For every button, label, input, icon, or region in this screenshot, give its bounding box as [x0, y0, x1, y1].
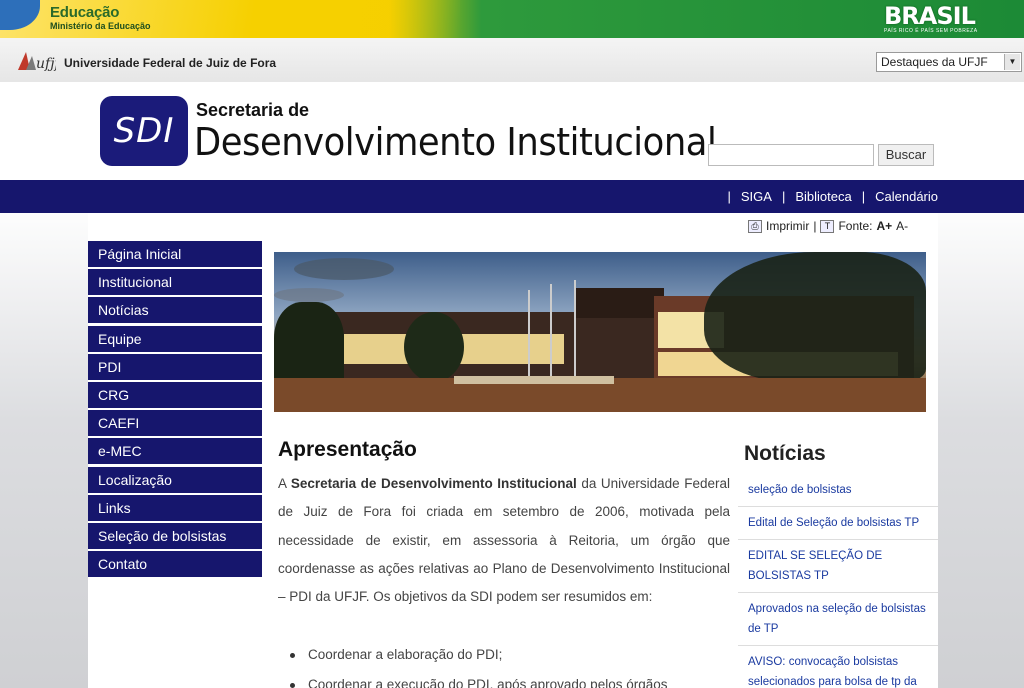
top-nav: | SIGA | Biblioteca | Calendário [0, 180, 1024, 213]
gov-ministry-label: Ministério da Educação [50, 21, 151, 31]
sidebar-item-localizacao[interactable]: Localização [88, 466, 262, 493]
sidebar-item-selecao-bolsistas[interactable]: Seleção de bolsistas [88, 522, 262, 549]
list-item: Coordenar a execução do PDI, após aprova… [288, 670, 730, 688]
brasil-logo-slogan: PAÍS RICO É PAÍS SEM POBREZA [884, 28, 978, 34]
sidebar-item-institucional[interactable]: Institucional [88, 269, 262, 296]
news-item[interactable]: EDITAL SE SELEÇÃO DE BOLSISTAS TP [738, 540, 938, 593]
sidebar-item-pdi[interactable]: PDI [88, 353, 262, 380]
brasil-logo-word: BRASIL [884, 2, 976, 30]
sidebar-item-links[interactable]: Links [88, 494, 262, 521]
campus-banner-image [274, 252, 926, 412]
sidebar-item-caefi[interactable]: CAEFI [88, 410, 262, 437]
sidebar-item-equipe[interactable]: Equipe [88, 325, 262, 352]
tools-separator: | [813, 219, 817, 233]
university-bar: ufjf Universidade Federal de Juiz de For… [0, 38, 1024, 82]
article-text-bold: Secretaria de Desenvolvimento Institucio… [290, 476, 577, 491]
font-decrease-button[interactable]: A- [896, 219, 908, 233]
site-title: Desenvolvimento Institucional [194, 120, 717, 164]
search-input[interactable] [708, 144, 874, 166]
article-body: A Secretaria de Desenvolvimento Instituc… [278, 470, 730, 611]
news-item[interactable]: seleção de bolsistas [738, 474, 938, 507]
dropdown-arrow-icon[interactable]: ▼ [1004, 54, 1020, 70]
page-tools: ⎙ Imprimir | T Fonte: A+ A- [748, 219, 908, 233]
svg-text:ufjf: ufjf [36, 56, 56, 72]
sidebar-item-noticias[interactable]: Notícias [88, 297, 262, 324]
banner-tree [704, 252, 926, 382]
printer-icon[interactable]: ⎙ [748, 219, 762, 233]
highlights-select[interactable]: Destaques da UFJF ▼ [876, 52, 1022, 72]
news-item[interactable]: AVISO: convocação bolsistas selecionados… [738, 646, 938, 688]
nav-link-biblioteca[interactable]: Biblioteca [795, 189, 851, 204]
news-item[interactable]: Aprovados na seleção de bolsistas de TP [738, 593, 938, 646]
list-item: Coordenar a elaboração do PDI; [288, 640, 730, 670]
sdi-logo[interactable]: SDI [100, 96, 188, 166]
banner-flagpole [550, 284, 552, 380]
print-link[interactable]: Imprimir [766, 219, 809, 233]
banner-flagpole [528, 290, 530, 380]
university-name-link[interactable]: Universidade Federal de Juiz de Fora [64, 56, 276, 70]
font-icon: T [820, 219, 835, 233]
banner-tree [404, 312, 464, 382]
article-text-rest: da Universidade Federal de Juiz de Fora … [278, 476, 731, 605]
highlights-select-value: Destaques da UFJF [881, 55, 988, 69]
banner-building-top [574, 288, 664, 318]
sidebar-menu: Página Inicial Institucional Notícias Eq… [88, 241, 262, 579]
news-title: Notícias [744, 442, 826, 465]
brasil-logo[interactable]: BRASIL PAÍS RICO É PAÍS SEM POBREZA [884, 4, 996, 34]
article-title: Apresentação [278, 438, 417, 461]
gov-education-link[interactable]: Educação [50, 4, 119, 21]
sidebar-item-e-mec[interactable]: e-MEC [88, 438, 262, 465]
banner-flagpole [574, 280, 576, 380]
nav-separator: | [861, 189, 866, 204]
nav-separator: | [781, 189, 786, 204]
font-label: Fonte: [838, 219, 873, 233]
banner-cloud [274, 288, 344, 302]
gov-bar: Educação Ministério da Educação BRASIL P… [0, 0, 1024, 38]
search-button[interactable]: Buscar [878, 144, 934, 166]
news-list: seleção de bolsistas Edital de Seleção d… [738, 474, 938, 688]
sidebar-item-contato[interactable]: Contato [88, 551, 262, 578]
font-increase-button[interactable]: A+ [876, 219, 892, 233]
top-nav-links: | SIGA | Biblioteca | Calendário [718, 189, 939, 204]
banner-wall [454, 376, 614, 384]
site-header: SDI Secretaria de Desenvolvimento Instit… [0, 82, 1024, 180]
header-secretaria-de: Secretaria de [196, 100, 310, 120]
nav-separator: | [727, 189, 731, 204]
ufjf-logo-icon[interactable]: ufjf [16, 48, 56, 72]
nav-link-siga[interactable]: SIGA [741, 189, 772, 204]
sidebar-item-crg[interactable]: CRG [88, 381, 262, 408]
sidebar-item-pagina-inicial[interactable]: Página Inicial [88, 241, 262, 267]
nav-link-calendario[interactable]: Calendário [875, 189, 938, 204]
banner-cloud [294, 258, 394, 280]
article-text-start: A [278, 476, 291, 491]
article-objectives-list: Coordenar a elaboração do PDI; Coordenar… [288, 640, 730, 688]
news-item[interactable]: Edital de Seleção de bolsistas TP [738, 507, 938, 540]
